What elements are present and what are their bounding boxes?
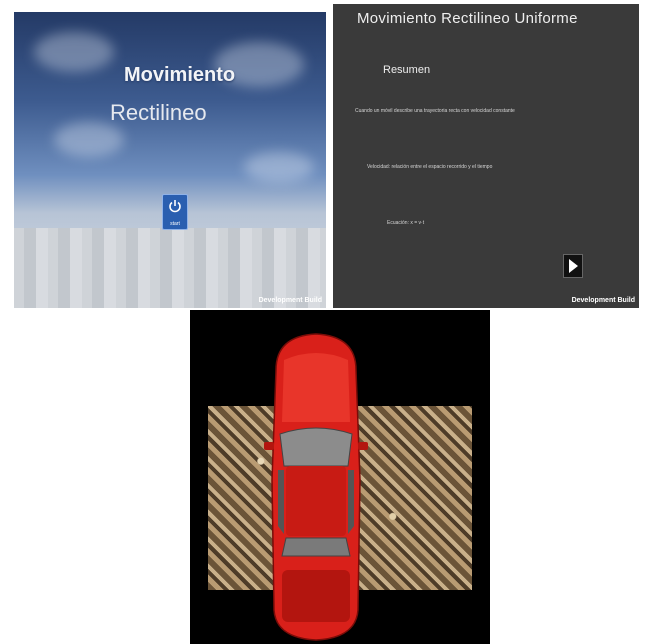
cloud <box>34 32 114 72</box>
power-icon <box>169 200 181 213</box>
intro-screen: Movimiento Rectilineo start Development … <box>14 12 326 308</box>
summary-line: Ecuación: x = v·t <box>387 220 425 226</box>
summary-title: Movimiento Rectilineo Uniforme <box>357 10 578 27</box>
summary-subtitle: Resumen <box>383 64 431 76</box>
summary-screen: Movimiento Rectilineo Uniforme Resumen C… <box>333 4 639 308</box>
start-button-label: start <box>170 221 180 227</box>
start-button[interactable]: start <box>162 194 188 230</box>
intro-title-line2: Rectilineo <box>110 100 207 125</box>
car-scene <box>190 310 490 644</box>
play-arrow-icon <box>569 259 578 273</box>
summary-line: Cuando un móvil describe una trayectoria… <box>355 108 515 114</box>
cloud <box>244 152 314 182</box>
brand-watermark: Development Build <box>571 297 635 304</box>
car-top-view[interactable] <box>256 330 376 642</box>
floor <box>14 228 326 308</box>
summary-line: Velocidad: relación entre el espacio rec… <box>367 164 493 170</box>
cloud <box>54 122 124 157</box>
brand-watermark: Development Build <box>258 297 322 304</box>
intro-title-line1: Movimiento <box>124 64 236 86</box>
next-button[interactable] <box>563 254 583 278</box>
